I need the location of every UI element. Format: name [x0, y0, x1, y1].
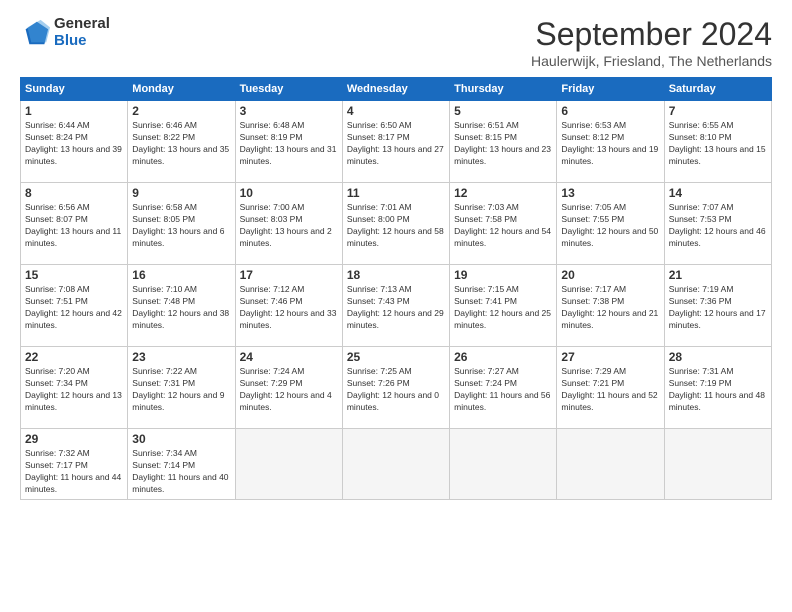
table-row: 24Sunrise: 7:24 AMSunset: 7:29 PMDayligh…	[235, 347, 342, 429]
page: General Blue September 2024 Haulerwijk, …	[0, 0, 792, 612]
table-row: 21Sunrise: 7:19 AMSunset: 7:36 PMDayligh…	[664, 265, 771, 347]
table-row: 12Sunrise: 7:03 AMSunset: 7:58 PMDayligh…	[450, 183, 557, 265]
table-row: 17Sunrise: 7:12 AMSunset: 7:46 PMDayligh…	[235, 265, 342, 347]
table-row: 27Sunrise: 7:29 AMSunset: 7:21 PMDayligh…	[557, 347, 664, 429]
table-row: 4Sunrise: 6:50 AMSunset: 8:17 PMDaylight…	[342, 101, 449, 183]
calendar-week-2: 8Sunrise: 6:56 AMSunset: 8:07 PMDaylight…	[21, 183, 772, 265]
logo-text: General Blue	[54, 16, 110, 49]
calendar-week-1: 1Sunrise: 6:44 AMSunset: 8:24 PMDaylight…	[21, 101, 772, 183]
table-row	[557, 429, 664, 500]
table-row	[450, 429, 557, 500]
table-row: 23Sunrise: 7:22 AMSunset: 7:31 PMDayligh…	[128, 347, 235, 429]
calendar-week-4: 22Sunrise: 7:20 AMSunset: 7:34 PMDayligh…	[21, 347, 772, 429]
location: Haulerwijk, Friesland, The Netherlands	[531, 53, 772, 69]
table-row: 30Sunrise: 7:34 AMSunset: 7:14 PMDayligh…	[128, 429, 235, 500]
col-saturday: Saturday	[664, 78, 771, 101]
table-row: 11Sunrise: 7:01 AMSunset: 8:00 PMDayligh…	[342, 183, 449, 265]
title-area: September 2024 Haulerwijk, Friesland, Th…	[531, 16, 772, 69]
col-wednesday: Wednesday	[342, 78, 449, 101]
col-thursday: Thursday	[450, 78, 557, 101]
table-row: 15Sunrise: 7:08 AMSunset: 7:51 PMDayligh…	[21, 265, 128, 347]
table-row: 25Sunrise: 7:25 AMSunset: 7:26 PMDayligh…	[342, 347, 449, 429]
calendar-header-row: Sunday Monday Tuesday Wednesday Thursday…	[21, 78, 772, 101]
calendar-week-3: 15Sunrise: 7:08 AMSunset: 7:51 PMDayligh…	[21, 265, 772, 347]
table-row: 13Sunrise: 7:05 AMSunset: 7:55 PMDayligh…	[557, 183, 664, 265]
logo-icon	[20, 18, 50, 48]
logo: General Blue	[20, 16, 110, 49]
table-row: 3Sunrise: 6:48 AMSunset: 8:19 PMDaylight…	[235, 101, 342, 183]
calendar-week-5: 29Sunrise: 7:32 AMSunset: 7:17 PMDayligh…	[21, 429, 772, 500]
table-row: 16Sunrise: 7:10 AMSunset: 7:48 PMDayligh…	[128, 265, 235, 347]
col-friday: Friday	[557, 78, 664, 101]
table-row	[664, 429, 771, 500]
table-row: 9Sunrise: 6:58 AMSunset: 8:05 PMDaylight…	[128, 183, 235, 265]
table-row: 2Sunrise: 6:46 AMSunset: 8:22 PMDaylight…	[128, 101, 235, 183]
table-row: 1Sunrise: 6:44 AMSunset: 8:24 PMDaylight…	[21, 101, 128, 183]
logo-general-text: General	[54, 16, 110, 33]
table-row	[342, 429, 449, 500]
table-row: 29Sunrise: 7:32 AMSunset: 7:17 PMDayligh…	[21, 429, 128, 500]
header: General Blue September 2024 Haulerwijk, …	[20, 16, 772, 69]
table-row: 20Sunrise: 7:17 AMSunset: 7:38 PMDayligh…	[557, 265, 664, 347]
table-row: 5Sunrise: 6:51 AMSunset: 8:15 PMDaylight…	[450, 101, 557, 183]
table-row	[235, 429, 342, 500]
table-row: 28Sunrise: 7:31 AMSunset: 7:19 PMDayligh…	[664, 347, 771, 429]
table-row: 14Sunrise: 7:07 AMSunset: 7:53 PMDayligh…	[664, 183, 771, 265]
table-row: 22Sunrise: 7:20 AMSunset: 7:34 PMDayligh…	[21, 347, 128, 429]
table-row: 10Sunrise: 7:00 AMSunset: 8:03 PMDayligh…	[235, 183, 342, 265]
table-row: 7Sunrise: 6:55 AMSunset: 8:10 PMDaylight…	[664, 101, 771, 183]
calendar-table: Sunday Monday Tuesday Wednesday Thursday…	[20, 77, 772, 500]
table-row: 26Sunrise: 7:27 AMSunset: 7:24 PMDayligh…	[450, 347, 557, 429]
logo-blue-text: Blue	[54, 33, 110, 50]
col-sunday: Sunday	[21, 78, 128, 101]
table-row: 19Sunrise: 7:15 AMSunset: 7:41 PMDayligh…	[450, 265, 557, 347]
col-monday: Monday	[128, 78, 235, 101]
table-row: 18Sunrise: 7:13 AMSunset: 7:43 PMDayligh…	[342, 265, 449, 347]
month-title: September 2024	[531, 16, 772, 53]
col-tuesday: Tuesday	[235, 78, 342, 101]
table-row: 6Sunrise: 6:53 AMSunset: 8:12 PMDaylight…	[557, 101, 664, 183]
table-row: 8Sunrise: 6:56 AMSunset: 8:07 PMDaylight…	[21, 183, 128, 265]
